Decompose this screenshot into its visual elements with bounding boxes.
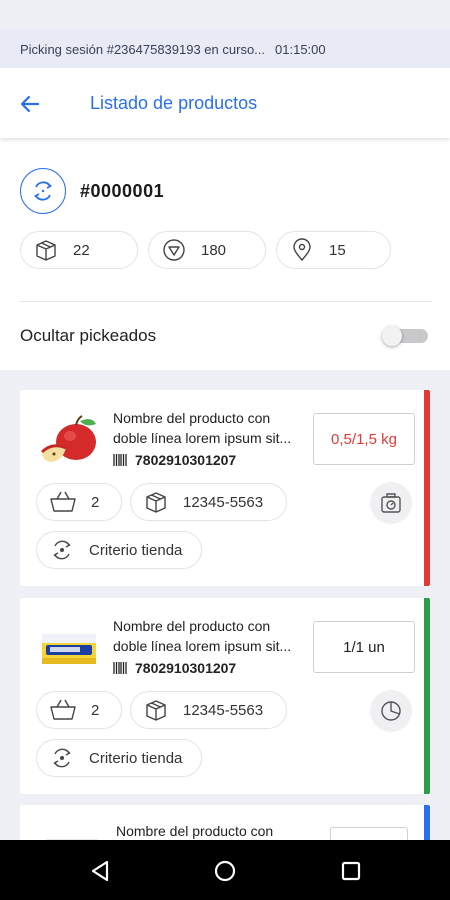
product-name: Nombre del producto con doble línea lore… <box>113 616 311 656</box>
chip-weight: 180 <box>148 231 266 269</box>
scale-icon[interactable] <box>370 482 412 524</box>
system-nav-bar <box>0 840 450 900</box>
nav-recents-icon[interactable] <box>338 858 364 884</box>
nav-back-icon[interactable] <box>87 858 113 884</box>
chip-boxes: 22 <box>20 231 138 269</box>
product-image-apple <box>36 412 102 468</box>
chip-weight-value: 180 <box>201 241 227 259</box>
session-timer: 01:15:00 <box>275 41 326 57</box>
barcode-value: 7802910301207 <box>135 452 237 468</box>
product-name-line1: Nombre del producto con <box>113 618 271 634</box>
product-name-line2: doble línea lorem ipsum sit... <box>113 638 292 654</box>
app-bar: Listado de productos <box>0 68 450 138</box>
criteria-icon <box>53 540 71 560</box>
product-barcode: 7802910301207 <box>113 660 236 676</box>
code-value: 12345-5563 <box>183 701 264 719</box>
product-name: Nombre del producto con doble línea lore… <box>113 408 311 448</box>
barcode-value: 7802910301207 <box>135 660 237 676</box>
product-card[interactable]: Nombre del producto con <box>20 805 430 845</box>
product-name-line1: Nombre del producto con <box>116 823 274 839</box>
chip-criteria: Criterio tienda <box>36 531 202 569</box>
toggle-knob <box>382 326 402 346</box>
quantity-total: /1,5 kg <box>351 430 397 448</box>
barcode-icon <box>113 454 127 466</box>
basket-value: 2 <box>91 493 100 511</box>
quantity-total: /1 un <box>351 638 385 656</box>
criteria-value: Criterio tienda <box>89 541 183 559</box>
quantity-picked: 0,5 <box>331 430 352 448</box>
product-barcode: 7802910301207 <box>113 452 236 468</box>
page-title: Listado de productos <box>90 93 258 113</box>
back-arrow-icon[interactable] <box>18 92 42 116</box>
box-icon <box>146 492 166 513</box>
code-value: 12345-5563 <box>183 493 264 511</box>
chip-basket: 2 <box>36 691 122 729</box>
box-icon <box>36 240 56 261</box>
chip-code: 12345-5563 <box>130 483 287 521</box>
basket-icon <box>50 491 76 512</box>
triangle-down-icon <box>163 239 185 261</box>
quantity-box[interactable]: 0,5 /1,5 kg <box>313 413 415 465</box>
product-name-line1: Nombre del producto con <box>113 410 271 426</box>
box-icon <box>146 700 166 721</box>
status-stripe <box>424 805 430 845</box>
order-refresh-icon <box>20 168 66 214</box>
chip-criteria: Criterio tienda <box>36 739 202 777</box>
product-image-butter <box>36 620 102 676</box>
hide-picked-label: Ocultar pickeados <box>20 326 157 345</box>
quantity-picked: 1 <box>343 638 352 656</box>
divider <box>20 301 432 302</box>
order-number: #0000001 <box>80 181 165 201</box>
basket-value: 2 <box>91 701 100 719</box>
chip-basket: 2 <box>36 483 122 521</box>
session-text: Picking sesión #236475839193 en curso... <box>20 41 266 57</box>
criteria-value: Criterio tienda <box>89 749 183 767</box>
chip-locations: 15 <box>276 231 391 269</box>
chip-locations-value: 15 <box>329 241 346 259</box>
barcode-icon <box>113 662 127 674</box>
nav-home-icon[interactable] <box>212 858 238 884</box>
quantity-box[interactable]: 1 /1 un <box>313 621 415 673</box>
session-bar: Picking sesión #236475839193 en curso...… <box>0 30 450 68</box>
basket-icon <box>50 699 76 720</box>
status-stripe <box>424 390 430 586</box>
product-name: Nombre del producto con <box>116 821 314 841</box>
hide-picked-toggle[interactable] <box>382 326 428 346</box>
location-pin-icon <box>293 238 311 262</box>
chip-boxes-value: 22 <box>73 241 90 259</box>
chip-code: 12345-5563 <box>130 691 287 729</box>
product-card[interactable]: Nombre del producto con doble línea lore… <box>20 598 430 794</box>
order-header: #0000001 22 180 15 Ocultar pickeados <box>0 138 450 370</box>
pie-chart-icon[interactable] <box>370 690 412 732</box>
status-stripe <box>424 598 430 794</box>
product-card[interactable]: Nombre del producto con doble línea lore… <box>20 390 430 586</box>
criteria-icon <box>53 748 71 768</box>
product-name-line2: doble línea lorem ipsum sit... <box>113 430 292 446</box>
